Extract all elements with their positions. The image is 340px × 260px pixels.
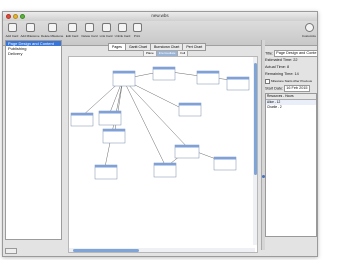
milestone-checkbox[interactable] xyxy=(265,78,270,84)
card xyxy=(112,70,136,87)
customize-label: Customize xyxy=(301,34,317,38)
add-milestone-label: Add Milestone xyxy=(20,34,40,38)
start-date-field[interactable]: 16 Feb 2015 xyxy=(284,85,310,92)
remaining-time: Remaining Time: 14 xyxy=(265,72,299,76)
card xyxy=(98,110,122,126)
horizontal-scroll-thumb[interactable] xyxy=(73,248,139,252)
vertical-scrollbar[interactable] xyxy=(253,57,257,245)
add-card-button[interactable]: Add Card xyxy=(5,23,19,38)
resources-table: Resources - Hours Alice - 12 Charlie - 2 xyxy=(265,93,317,237)
window-title: new.wbs xyxy=(151,13,169,18)
estimated-time: Estimated Time: 22 xyxy=(265,58,298,62)
app-window: new.wbs Add Card Add Milestone Delete Mi… xyxy=(2,11,319,257)
edit-card-label: Edit Card xyxy=(65,34,79,38)
milestone-checkbox-label: Milestone Starts After Previous xyxy=(271,79,313,83)
delete-milestone-button[interactable]: Delete Milestone xyxy=(41,23,63,38)
zoom-control: Plane Intermediate Full xyxy=(143,50,189,57)
start-date-label: Start Date: xyxy=(265,86,284,91)
card xyxy=(70,112,94,127)
sidebar-item-delivery[interactable]: Delivery xyxy=(6,51,61,56)
card xyxy=(226,76,250,91)
card-delete-icon xyxy=(85,23,94,32)
milestone-add-icon xyxy=(25,23,35,32)
card-add-icon xyxy=(7,23,17,32)
inspector-panel: Title: Page Design and Conte Estimated T… xyxy=(265,50,319,250)
gear-icon xyxy=(304,23,314,32)
start-date-row: Start Date: 16 Feb 2015 xyxy=(265,85,317,92)
cards xyxy=(70,66,250,180)
customize-button[interactable]: Customize xyxy=(301,23,317,38)
unlink-card-label: Unlink Card xyxy=(114,34,131,38)
add-card-label: Add Card xyxy=(5,34,19,38)
delete-card-label: Delete Card xyxy=(81,34,98,38)
section-list: Page Design and Content Publishing Deliv… xyxy=(5,40,62,240)
card xyxy=(174,144,200,159)
unlink-icon xyxy=(118,23,127,32)
horizontal-scrollbar[interactable] xyxy=(69,248,255,252)
table-row[interactable]: Charlie - 2 xyxy=(266,105,316,110)
card xyxy=(196,70,220,85)
milestone-delete-icon xyxy=(47,23,57,32)
pages-canvas[interactable] xyxy=(68,56,258,253)
link-icon xyxy=(101,23,111,32)
title-field[interactable]: Page Design and Conte xyxy=(274,50,319,57)
printer-icon xyxy=(132,23,142,32)
card xyxy=(152,66,176,81)
print-button[interactable]: Print xyxy=(132,23,142,38)
edit-card-button[interactable]: Edit Card xyxy=(65,23,79,38)
card-edit-icon xyxy=(67,23,77,32)
card xyxy=(94,164,118,180)
card-link-diagram xyxy=(70,66,250,180)
title-label: Title: xyxy=(265,51,274,56)
link-card-button[interactable]: Link Card xyxy=(99,23,113,38)
add-milestone-button[interactable]: Add Milestone xyxy=(20,23,40,38)
view-tabs: Pages Gantt Chart Burndown Chart Pert Ch… xyxy=(108,43,207,51)
milestone-option[interactable]: Milestone Starts After Previous xyxy=(265,78,317,85)
card xyxy=(153,162,177,178)
add-section-button[interactable] xyxy=(5,248,17,254)
link-card-label: Link Card xyxy=(99,34,113,38)
print-label: Print xyxy=(133,34,141,38)
tab-pages[interactable]: Pages xyxy=(108,43,126,51)
unlink-card-button[interactable]: Unlink Card xyxy=(114,23,131,38)
actual-time: Actual Time: 8 xyxy=(265,65,290,69)
card xyxy=(213,156,237,171)
title-row: Title: Page Design and Conte xyxy=(265,50,319,57)
delete-milestone-label: Delete Milestone xyxy=(41,34,64,38)
card xyxy=(102,128,126,144)
delete-card-button[interactable]: Delete Card xyxy=(81,23,98,38)
vertical-scroll-thumb[interactable] xyxy=(253,63,257,175)
card xyxy=(178,102,202,117)
